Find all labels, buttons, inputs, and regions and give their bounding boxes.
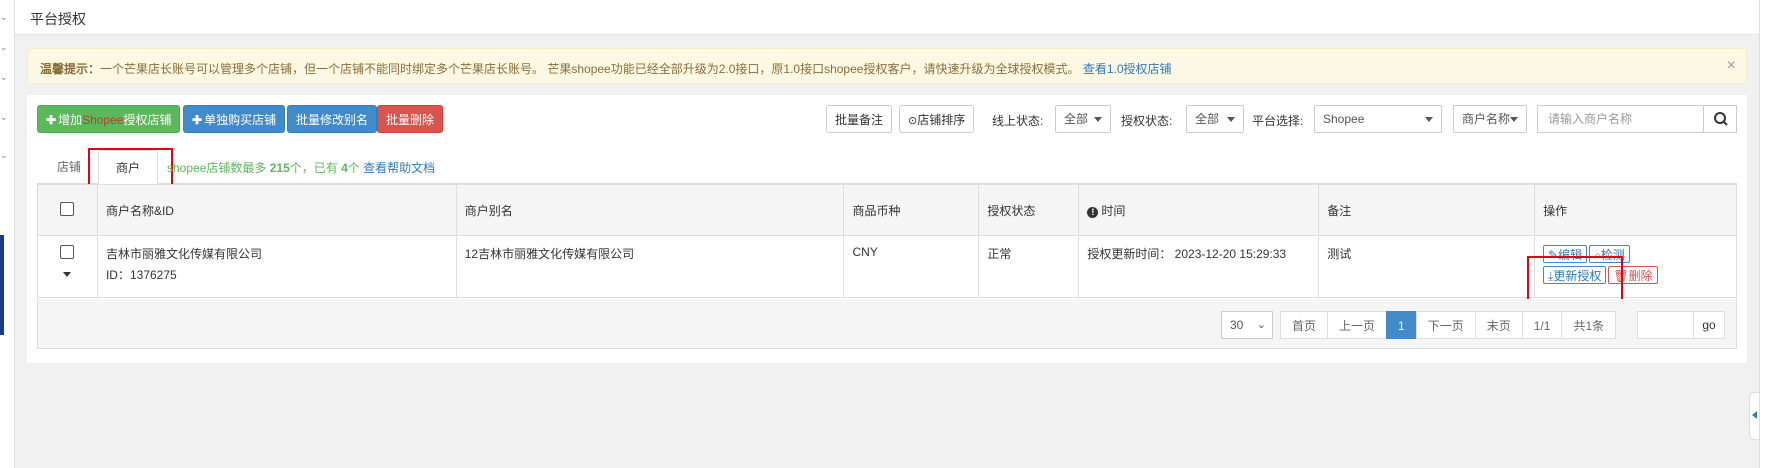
triangle-left-icon	[1752, 411, 1757, 419]
merchant-name: 吉林市丽雅文化传媒有限公司	[105, 247, 262, 261]
col-header-alias: 商户别名	[455, 184, 845, 236]
platform-label: 平台选择:	[1252, 114, 1304, 128]
pagination: 首页 上一页 1 下一页 末页 1/1 共1条	[1280, 311, 1617, 339]
close-icon[interactable]: ×	[1727, 57, 1736, 75]
col-header-time: ! 时间	[1078, 184, 1320, 236]
last-page-button[interactable]: 末页	[1474, 311, 1523, 339]
caret-down-icon	[1094, 117, 1102, 122]
col-header-note: 备注	[1318, 184, 1536, 236]
store-sort-button[interactable]: ⊙店铺排序	[899, 105, 975, 133]
collapse-arrow-icon[interactable]: ⌄	[0, 72, 10, 83]
goto-page-input[interactable]	[1637, 311, 1694, 339]
currency: CNY	[843, 235, 980, 298]
search-field-select[interactable]: 商户名称	[1453, 105, 1527, 133]
caret-down-icon	[1425, 117, 1433, 122]
go-button[interactable]: go	[1693, 311, 1725, 339]
buy-single-store-button[interactable]: ✚ 单独购买店铺	[183, 105, 286, 133]
right-scroll-strip	[1759, 0, 1774, 468]
col-header-name: 商户名称&ID	[96, 184, 457, 236]
alert-text: 温馨提示：一个芒果店长账号可以管理多个店铺，但一个店铺不能同时绑定多个芒果店长账…	[40, 60, 1172, 77]
online-status-label: 线上状态:	[992, 114, 1044, 128]
info-icon: !	[1087, 206, 1099, 218]
select-all-checkbox[interactable]	[60, 201, 75, 216]
auth-status-label: 授权状态:	[1121, 114, 1173, 128]
collapse-arrow-icon[interactable]: ⌄	[0, 112, 10, 123]
tab-store[interactable]: 店铺	[44, 150, 94, 184]
store-count-info: shopee店铺数最多 215个，已有 4个 查看帮助文档	[167, 161, 436, 175]
first-page-button[interactable]: 首页	[1280, 311, 1329, 339]
table-row: 吉林市丽雅文化传媒有限公司 ID：1376275 12吉林市丽雅文化传媒有限公司…	[37, 235, 1737, 298]
page-count: 1/1	[1521, 311, 1563, 339]
col-header-actions: 操作	[1534, 184, 1737, 236]
merchant-alias: 12吉林市丽雅文化传媒有限公司	[455, 235, 845, 298]
next-page-button[interactable]: 下一页	[1415, 311, 1476, 339]
plus-icon: ✚	[46, 113, 57, 127]
sort-icon: ⊙	[908, 115, 918, 127]
expand-caret-icon[interactable]	[63, 272, 72, 277]
prev-page-button[interactable]: 上一页	[1327, 311, 1388, 339]
chevron-down-icon: ⌄	[1256, 319, 1266, 331]
row-checkbox[interactable]	[60, 245, 75, 259]
caret-down-icon	[1510, 117, 1518, 122]
plus-icon: ✚	[192, 113, 203, 127]
tip-alert: 温馨提示：一个芒果店长账号可以管理多个店铺，但一个店铺不能同时绑定多个芒果店长账…	[27, 48, 1747, 84]
merchant-id: ID：1376275	[105, 268, 177, 282]
row-select-cell	[37, 235, 98, 298]
view-v1-stores-link[interactable]: 查看1.0授权店铺	[1083, 62, 1172, 76]
merchant-search-input[interactable]: 请输入商户名称	[1537, 105, 1704, 133]
alert-label: 温馨提示：	[40, 62, 101, 76]
batch-edit-alias-button[interactable]: 批量修改别名	[287, 105, 378, 133]
caret-down-icon	[1227, 117, 1235, 122]
table-header-row: 商户名称&ID 商户别名 商品币种 授权状态 ! 时间 备注 操作	[37, 184, 1737, 236]
page-title: 平台授权	[30, 11, 86, 27]
sidebar-image-edge	[0, 235, 4, 335]
col-header-currency: 商品币种	[843, 184, 980, 236]
auth-status: 正常	[978, 235, 1080, 298]
col-header-auth-status: 授权状态	[978, 184, 1080, 236]
batch-note-button[interactable]: 批量备注	[826, 105, 893, 133]
batch-delete-button[interactable]: 批量删除	[377, 105, 444, 133]
search-icon	[1714, 112, 1728, 126]
collapse-arrow-icon[interactable]: ⌄	[0, 150, 10, 161]
current-page-button[interactable]: 1	[1386, 311, 1417, 339]
auth-status-select[interactable]: 全部	[1186, 105, 1244, 133]
auth-time: 授权更新时间： 2023-12-20 15:29:33	[1078, 235, 1320, 298]
collapse-arrow-icon[interactable]: ⌄	[0, 12, 10, 23]
page-header: 平台授权	[15, 0, 1774, 35]
search-button[interactable]	[1703, 105, 1737, 133]
select-all-cell	[37, 184, 98, 236]
online-status-select[interactable]: 全部	[1055, 105, 1111, 133]
total-count: 共1条	[1561, 311, 1617, 339]
merchant-table: 商户名称&ID 商户别名 商品币种 授权状态 ! 时间 备注 操作 吉林市丽雅文化…	[37, 184, 1737, 298]
left-sidebar-strip: ⌄ ⌄ ⌄ ⌄ ⌄	[0, 0, 15, 468]
page-size-select[interactable]: 30 ⌄	[1221, 311, 1273, 339]
help-doc-link[interactable]: 查看帮助文档	[363, 161, 435, 175]
note: 测试	[1318, 235, 1536, 298]
merchant-name-cell: 吉林市丽雅文化传媒有限公司 ID：1376275	[96, 235, 457, 298]
highlight-box	[1527, 256, 1623, 304]
collapse-arrow-icon[interactable]: ⌄	[0, 42, 10, 53]
alert-message: 一个芒果店长账号可以管理多个店铺，但一个店铺不能同时绑定多个芒果店长账号。 芒果…	[100, 62, 1080, 76]
platform-select[interactable]: Shopee	[1314, 105, 1442, 133]
add-shopee-store-button[interactable]: ✚ 增加Shopee授权店铺	[37, 105, 181, 133]
